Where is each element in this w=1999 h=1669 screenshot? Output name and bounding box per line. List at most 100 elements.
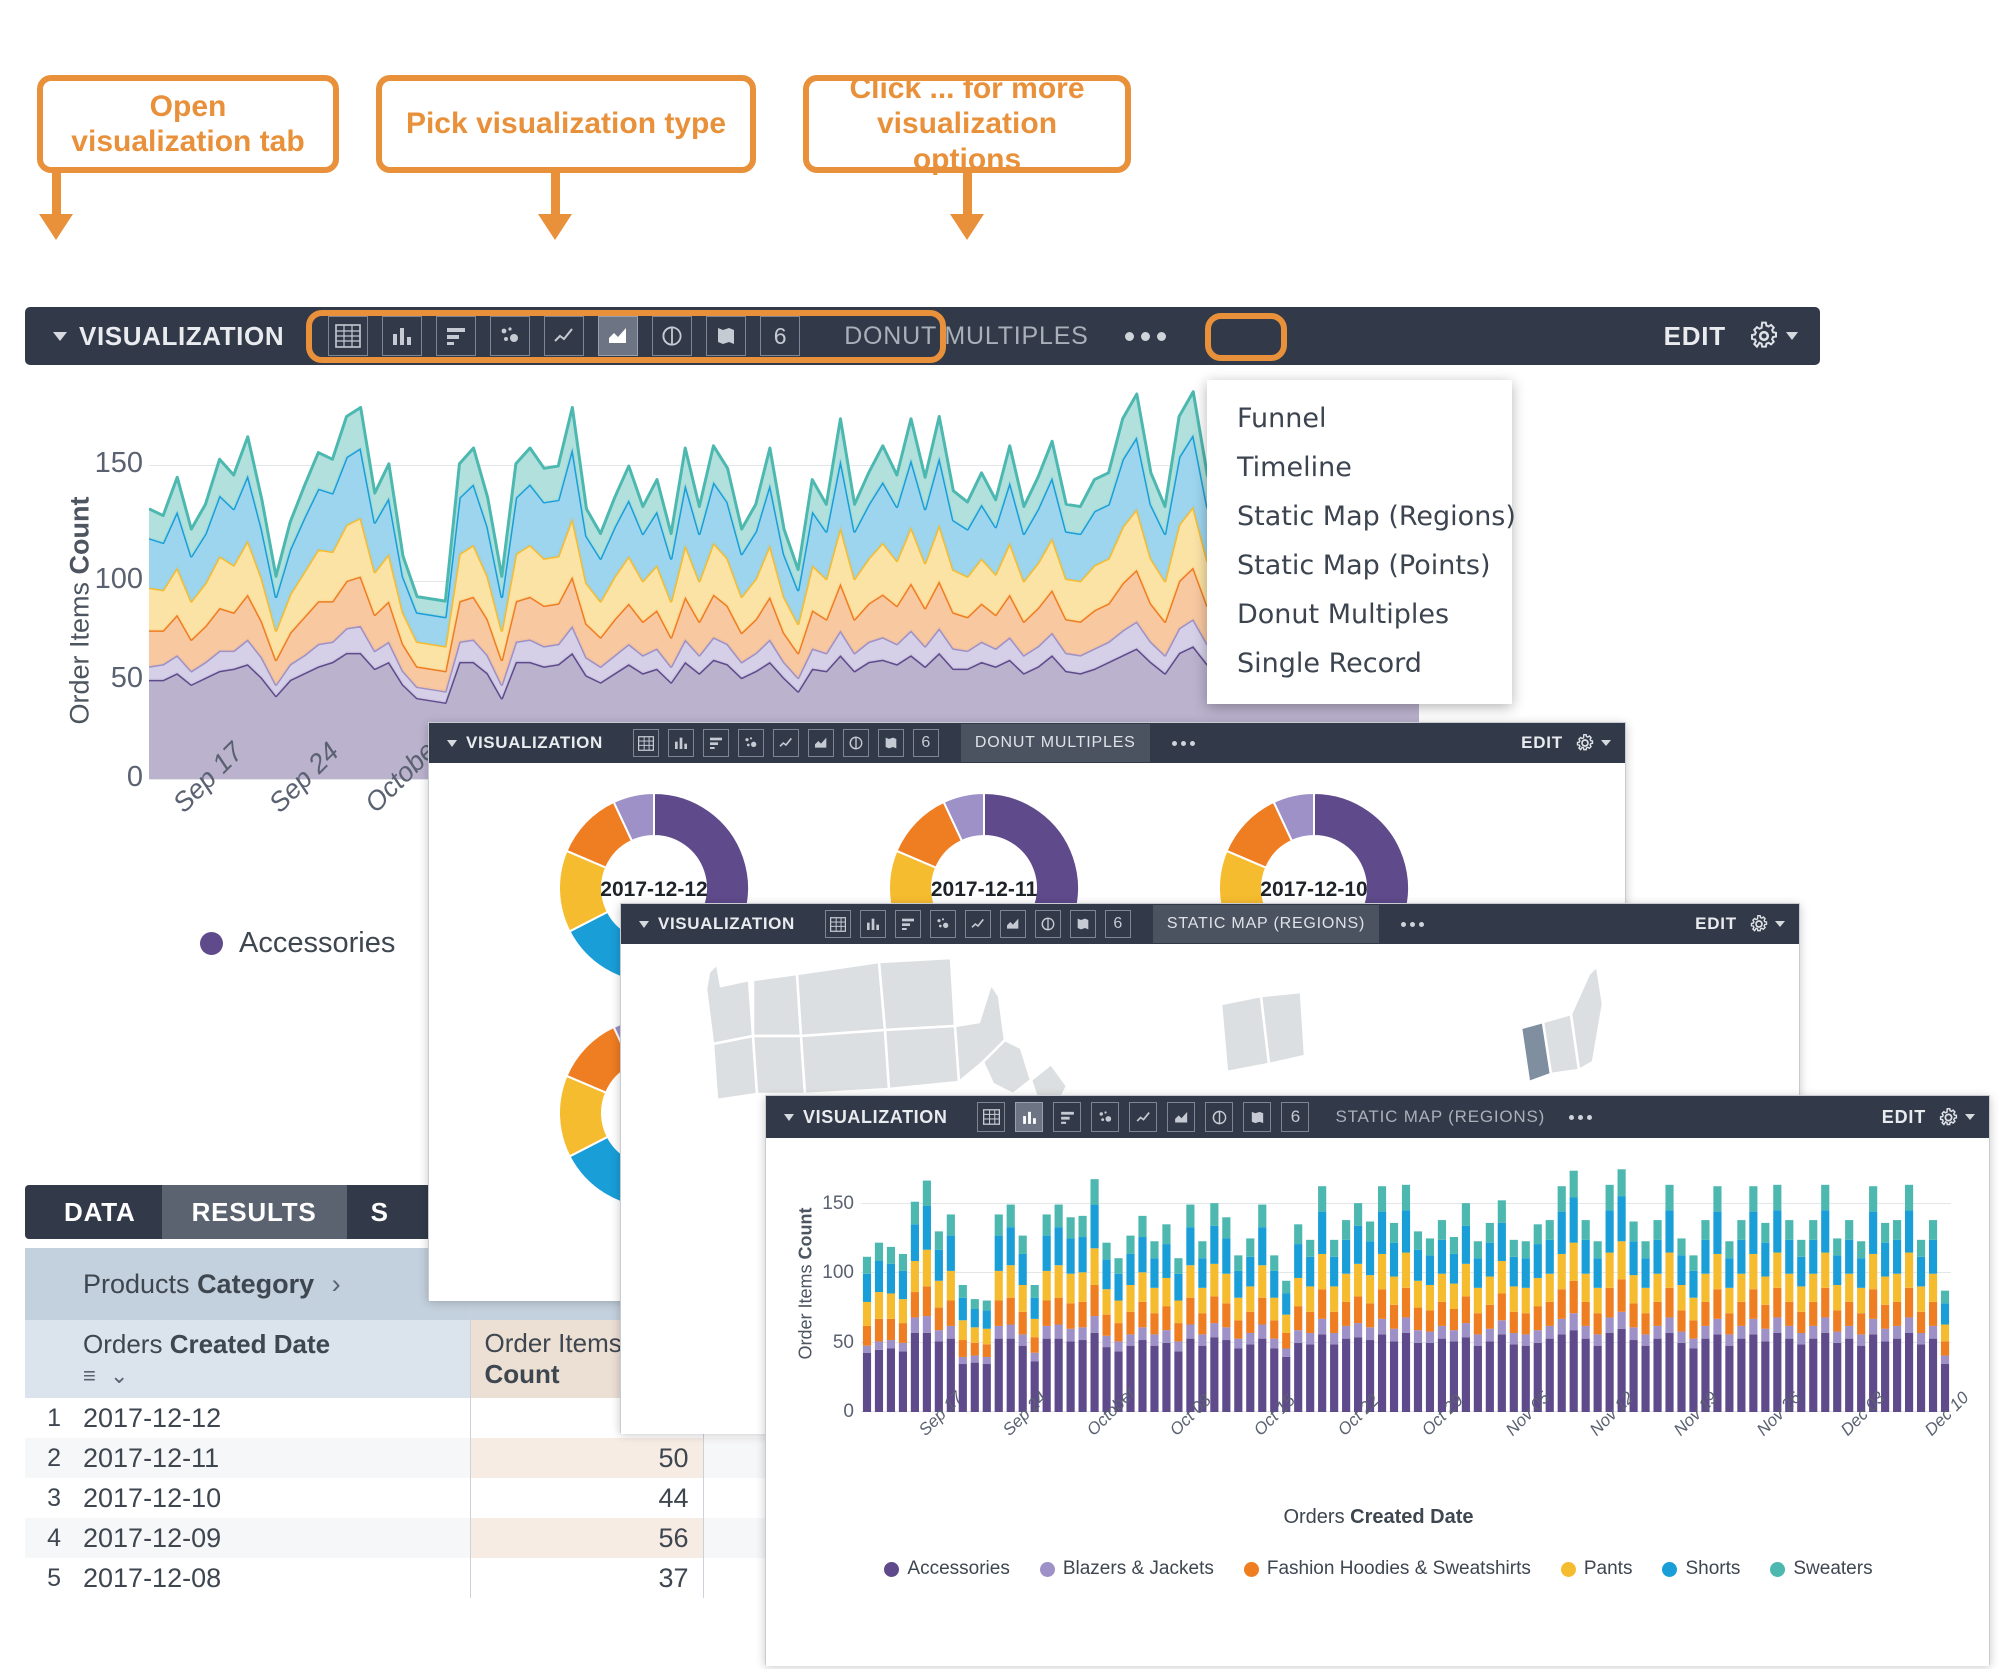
more-options-button[interactable] [1401,921,1425,927]
callout-more-options: Click ... for more visualization options [803,72,1131,176]
tab-label: DATA [64,1196,136,1227]
settings-button[interactable] [1748,320,1798,352]
pie-chart-icon[interactable] [652,316,693,356]
single-value-icon[interactable]: 6 [1281,1102,1310,1132]
single-value-icon[interactable]: 6 [912,729,939,757]
scatter-icon[interactable] [929,910,956,938]
column-chart-icon[interactable] [859,910,886,938]
group-header-products-category[interactable]: Products Category › [69,1248,471,1320]
area-chart-icon[interactable] [598,316,639,356]
tab-results[interactable]: RESULTS [161,1185,347,1239]
settings-button[interactable] [1938,1107,1975,1128]
area-chart-icon[interactable] [999,910,1026,938]
sort-icon[interactable]: ≡ [83,1363,96,1388]
map-icon[interactable] [877,729,904,757]
legend-item-pants[interactable]: Pants [1560,1558,1633,1580]
table-icon[interactable] [328,316,369,356]
visualization-panel-bar: VISUALIZATION 6 STATIC MAP (REGIONS) EDI… [765,1095,1990,1666]
line-chart-icon[interactable] [1129,1102,1158,1132]
line-chart-icon[interactable] [772,729,799,757]
scatter-icon[interactable] [737,729,764,757]
menu-item-static-map-regions[interactable]: Static Map (Regions) [1207,492,1516,541]
legend-item-sweaters[interactable]: Sweaters [1770,1558,1873,1580]
legend-item-shorts[interactable]: Shorts [1662,1558,1740,1580]
collapse-caret-icon[interactable] [639,920,649,928]
scatter-icon[interactable] [1091,1102,1120,1132]
current-visualization-name: STATIC MAP (REGIONS) [1335,1107,1546,1126]
line-chart-icon[interactable] [964,910,991,938]
legend-item-fashion-hoodies-sweatshirts[interactable]: Fashion Hoodies & Sweatshirts [1243,1558,1531,1580]
legend-item-accessories[interactable]: Accessories [884,1558,1010,1580]
table-row: 4 2017-12-09 56 [25,1518,815,1558]
y-tick: 100 [822,1262,854,1283]
table-row: 5 2017-12-08 37 [25,1558,815,1598]
column-chart-icon[interactable] [1015,1102,1044,1132]
tab-data[interactable]: DATA [25,1185,162,1239]
gear-icon [1939,1107,1958,1126]
chevron-down-icon[interactable]: ⌄ [110,1363,128,1388]
scatter-icon[interactable] [490,316,531,356]
callout-text: Pick visualization type [405,107,727,141]
visualization-toolbar: VISUALIZATION 6 DONUT MULTIPLES EDIT [25,307,1820,365]
bar-chart-icon[interactable] [702,729,729,757]
bar-chart-icon[interactable] [436,316,477,356]
map-icon[interactable] [1243,1102,1272,1132]
single-value-label: 6 [773,322,787,349]
menu-item-single-record[interactable]: Single Record [1207,639,1512,688]
menu-item-static-map-points[interactable]: Static Map (Points) [1207,541,1512,590]
legend-label: Shorts [1685,1558,1741,1579]
settings-button[interactable] [1575,733,1611,753]
bar-chart-icon[interactable] [1053,1102,1082,1132]
cell-date: 2017-12-10 [69,1478,471,1518]
svg-text:2017-12-10: 2017-12-10 [1260,878,1367,901]
edit-button[interactable]: EDIT [1521,733,1563,753]
legend-item-blazers-jackets[interactable]: Blazers & Jackets [1039,1558,1214,1580]
menu-item-funnel[interactable]: Funnel [1207,394,1512,443]
table-icon[interactable] [632,729,659,757]
current-visualization-name: STATIC MAP (REGIONS) [1152,905,1380,943]
more-options-button[interactable] [1171,740,1195,746]
table-icon[interactable] [977,1102,1006,1132]
area-chart-icon[interactable] [807,729,834,757]
more-options-button[interactable] [1124,331,1166,341]
bar-chart-legend: Accessories Blazers & Jackets Fashion Ho… [766,1558,1991,1580]
collapse-caret-icon[interactable] [784,1113,794,1121]
y-tick: 50 [110,662,143,694]
pie-chart-icon[interactable] [842,729,869,757]
legend-color-swatch [1243,1561,1259,1577]
field-header-line1: Orders [83,1328,163,1359]
collapse-caret-icon[interactable] [447,739,457,747]
bar-chart-icon[interactable] [894,910,921,938]
visualization-type-icons: 6 [328,316,801,356]
edit-button[interactable]: EDIT [1695,914,1737,934]
gear-icon [1750,914,1768,932]
single-value-icon[interactable]: 6 [1104,910,1131,938]
field-header-orders-created-date[interactable]: Orders Created Date ≡ ⌄ [69,1320,471,1398]
map-icon[interactable] [1069,910,1096,938]
menu-item-donut-multiples[interactable]: Donut Multiples [1207,590,1512,639]
more-options-button[interactable] [1569,1114,1593,1120]
map-icon[interactable] [706,316,747,356]
column-chart-icon[interactable] [382,316,423,356]
gear-icon [1576,733,1594,751]
line-chart-icon[interactable] [544,316,585,356]
visualization-toolbar: VISUALIZATION 6 DONUT MULTIPLES EDIT [429,723,1625,763]
settings-button[interactable] [1749,914,1785,934]
edit-button[interactable]: EDIT [1882,1107,1926,1128]
tab-sql[interactable]: S [347,1185,413,1239]
area-chart-icon[interactable] [1167,1102,1196,1132]
bar-chart-body: Order Items Count 150 100 50 0 Sep 17 Sep… [766,1138,1989,1666]
group-header-text: Products Category [83,1268,315,1299]
column-chart-icon[interactable] [667,729,694,757]
single-value-icon[interactable]: 6 [760,316,801,356]
chevron-right-icon[interactable]: › [332,1269,341,1299]
pie-chart-icon[interactable] [1205,1102,1234,1132]
menu-item-timeline[interactable]: Timeline [1207,443,1512,492]
table-icon[interactable] [824,910,851,938]
pie-chart-icon[interactable] [1034,910,1061,938]
y-tick: 50 [832,1332,854,1353]
row-number: 1 [47,1403,61,1432]
legend-label: Pants [1583,1558,1633,1579]
collapse-caret-icon[interactable] [53,331,67,341]
edit-button[interactable]: EDIT [1664,321,1726,352]
